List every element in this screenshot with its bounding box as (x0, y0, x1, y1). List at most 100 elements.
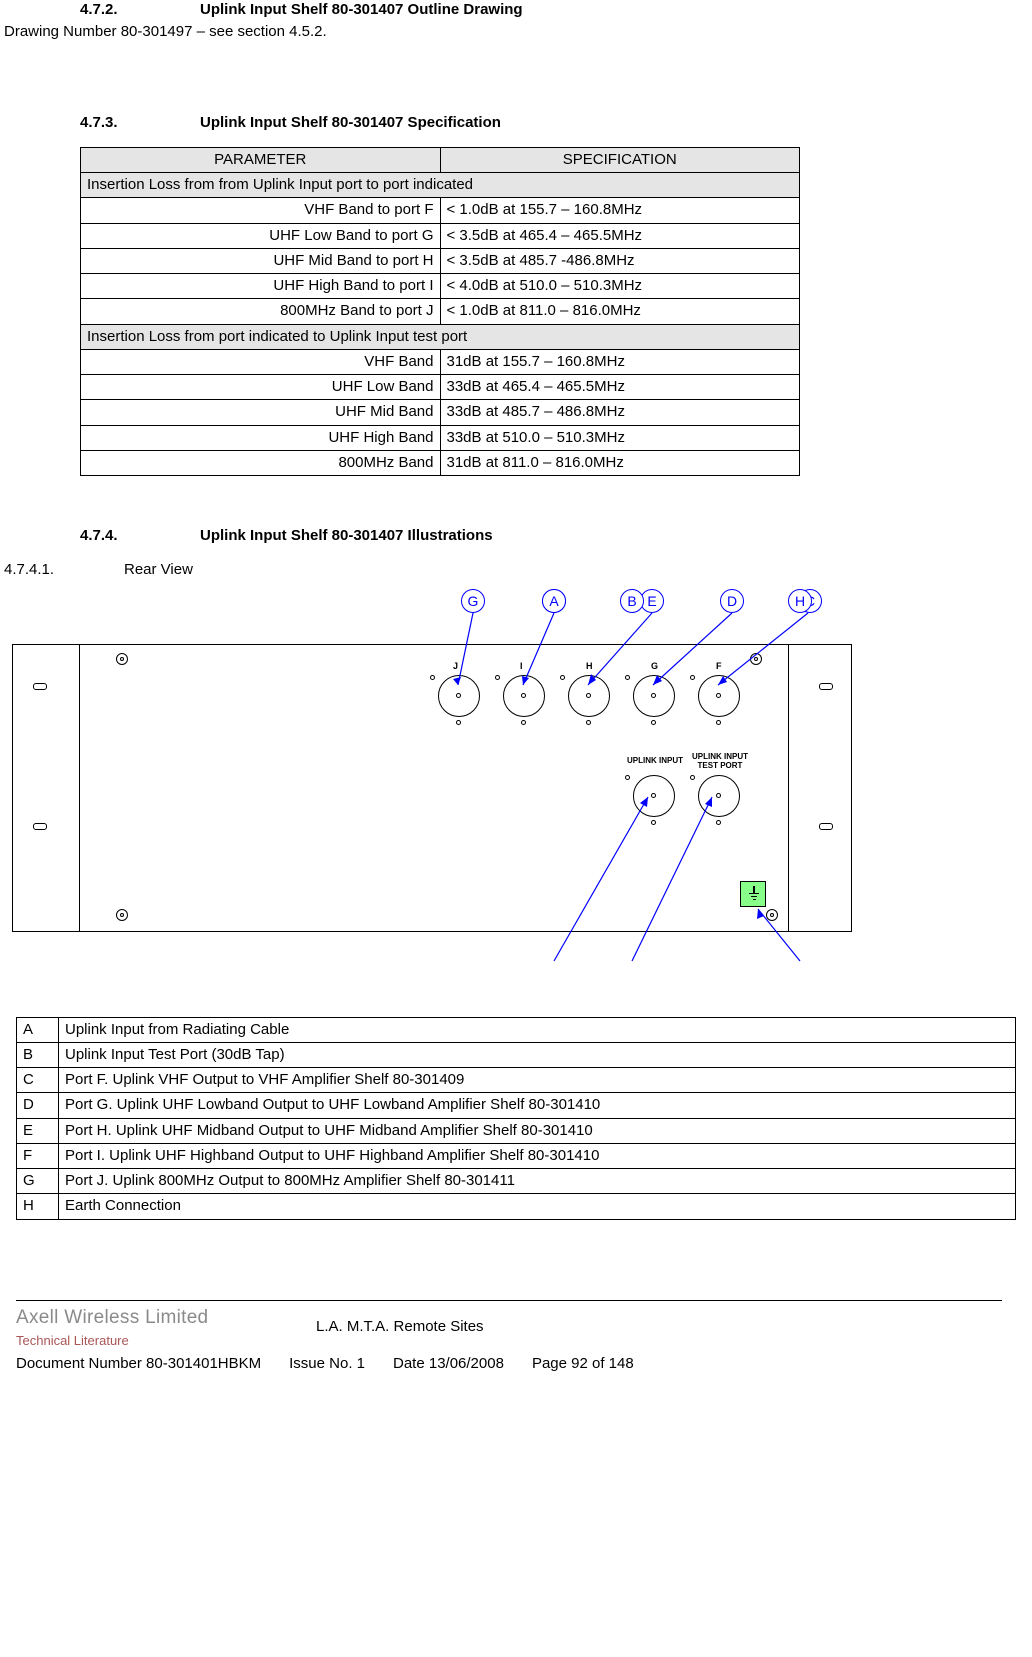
rack-slot (33, 823, 47, 830)
mounting-dot (430, 675, 435, 680)
callout-d: D (720, 589, 744, 613)
table-cell: UHF Mid Band (81, 400, 441, 425)
table-cell: < 3.5dB at 465.4 – 465.5MHz (440, 223, 800, 248)
table-cell: 31dB at 811.0 – 816.0MHz (440, 450, 800, 475)
panel-screw (116, 909, 128, 921)
panel-screw (750, 653, 762, 665)
panel-screw (766, 909, 778, 921)
table-cell: 33dB at 510.0 – 510.3MHz (440, 425, 800, 450)
section-reference: Drawing Number 80-301497 – see section 4… (0, 22, 1032, 42)
legend-key: A (17, 1017, 59, 1042)
port-i (503, 675, 545, 717)
earth-terminal (740, 881, 766, 907)
company-name: Axell Wireless Limited (16, 1305, 316, 1331)
legend-value: Port I. Uplink UHF Highband Output to UH… (59, 1143, 1016, 1168)
mounting-dot (716, 820, 721, 825)
mounting-dot (651, 720, 656, 725)
legend-value: Port J. Uplink 800MHz Output to 800MHz A… (59, 1169, 1016, 1194)
table-cell: 800MHz Band to port J (81, 299, 441, 324)
mounting-dot (651, 820, 656, 825)
table-cell: VHF Band (81, 349, 441, 374)
table-cell: < 4.0dB at 510.0 – 510.3MHz (440, 274, 800, 299)
mounting-dot (456, 720, 461, 725)
port-label-h: H (586, 660, 593, 672)
legend-key: C (17, 1068, 59, 1093)
document-subtitle: L.A. M.T.A. Remote Sites (316, 1317, 484, 1337)
table-cell: UHF High Band to port I (81, 274, 441, 299)
legend-value: Port F. Uplink VHF Output to VHF Amplifi… (59, 1068, 1016, 1093)
port-h (568, 675, 610, 717)
legend-value: Uplink Input from Radiating Cable (59, 1017, 1016, 1042)
rear-view-diagram: J I H G F (2, 589, 874, 989)
port-label-uplink-input: UPLINK INPUT (620, 757, 690, 765)
port-j (438, 675, 480, 717)
mounting-dot (586, 720, 591, 725)
mounting-dot (690, 775, 695, 780)
legend-key: E (17, 1118, 59, 1143)
legend-value: Earth Connection (59, 1194, 1016, 1219)
subsection-number: 4.7.4.1. (4, 560, 124, 580)
legend-key: B (17, 1042, 59, 1067)
mounting-dot (716, 720, 721, 725)
table-cell: UHF Mid Band to port H (81, 248, 441, 273)
port-label-g: G (651, 660, 658, 672)
panel-screw (116, 653, 128, 665)
page-number: Page 92 of 148 (532, 1354, 634, 1374)
table-header: PARAMETER (81, 147, 441, 172)
legend-value: Uplink Input Test Port (30dB Tap) (59, 1042, 1016, 1067)
port-label-j: J (453, 660, 458, 672)
rack-slot (819, 683, 833, 690)
legend-key: H (17, 1194, 59, 1219)
callout-a: A (542, 589, 566, 613)
mounting-dot (495, 675, 500, 680)
issue-number: Issue No. 1 (289, 1354, 365, 1374)
section-number: 4.7.3. (80, 113, 200, 133)
section-title: Uplink Input Shelf 80-301407 Specificati… (200, 113, 501, 133)
document-number: Document Number 80-301401HBKM (16, 1354, 261, 1374)
panel-body: J I H G F (79, 645, 789, 932)
specification-table: PARAMETER SPECIFICATION Insertion Loss f… (80, 147, 800, 476)
mounting-dot (521, 720, 526, 725)
table-cell: VHF Band to port F (81, 198, 441, 223)
table-cell: 800MHz Band (81, 450, 441, 475)
technical-literature-label: Technical Literature (16, 1332, 316, 1350)
port-label-uplink-test-l2: TEST PORT (685, 762, 755, 770)
callout-g: G (461, 589, 485, 613)
port-uplink-input (633, 775, 675, 817)
table-cell: 33dB at 465.4 – 465.5MHz (440, 375, 800, 400)
table-cell: UHF Low Band to port G (81, 223, 441, 248)
table-cell: 31dB at 155.7 – 160.8MHz (440, 349, 800, 374)
table-cell: UHF Low Band (81, 375, 441, 400)
table-cell: < 1.0dB at 811.0 – 816.0MHz (440, 299, 800, 324)
table-cell: < 3.5dB at 485.7 -486.8MHz (440, 248, 800, 273)
callout-h: H (788, 589, 812, 613)
section-title: Uplink Input Shelf 80-301407 Outline Dra… (200, 0, 523, 20)
legend-value: Port H. Uplink UHF Midband Output to UHF… (59, 1118, 1016, 1143)
table-cell: UHF High Band (81, 425, 441, 450)
table-cell: 33dB at 485.7 – 486.8MHz (440, 400, 800, 425)
subsection-title: Rear View (124, 560, 193, 580)
port-g (633, 675, 675, 717)
port-f (698, 675, 740, 717)
callout-b: B (620, 589, 644, 613)
legend-value: Port G. Uplink UHF Lowband Output to UHF… (59, 1093, 1016, 1118)
rack-panel: J I H G F (12, 644, 852, 932)
section-title: Uplink Input Shelf 80-301407 Illustratio… (200, 526, 493, 546)
callout-legend-table: AUplink Input from Radiating Cable BUpli… (16, 1017, 1016, 1220)
rack-slot (819, 823, 833, 830)
table-header: SPECIFICATION (440, 147, 800, 172)
table-section-row: Insertion Loss from port indicated to Up… (81, 324, 800, 349)
section-number: 4.7.2. (80, 0, 200, 20)
document-date: Date 13/06/2008 (393, 1354, 504, 1374)
mounting-dot (625, 675, 630, 680)
mounting-dot (560, 675, 565, 680)
legend-key: D (17, 1093, 59, 1118)
legend-key: F (17, 1143, 59, 1168)
port-label-uplink-test-l1: UPLINK INPUT (685, 753, 755, 761)
table-section-row: Insertion Loss from from Uplink Input po… (81, 173, 800, 198)
section-number: 4.7.4. (80, 526, 200, 546)
mounting-dot (690, 675, 695, 680)
port-label-f: F (716, 660, 722, 672)
rack-slot (33, 683, 47, 690)
legend-key: G (17, 1169, 59, 1194)
